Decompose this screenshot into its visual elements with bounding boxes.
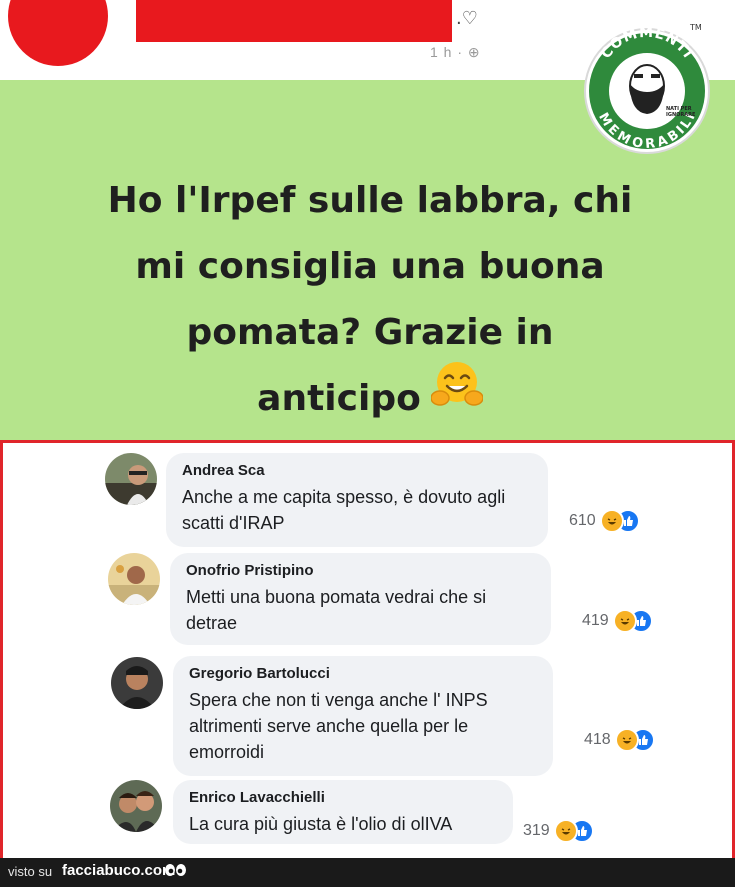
reaction-count: 610: [569, 512, 596, 529]
post-text-content: Ho l'Irpef sulle labbra, chi mi consigli…: [107, 180, 633, 419]
eyes-icon: [164, 862, 188, 885]
footer-site-link[interactable]: facciabuco.com: [62, 862, 175, 879]
laugh-reaction-icon: [614, 728, 639, 752]
hugging-face-icon: [430, 358, 484, 432]
reaction-count: 418: [584, 731, 611, 748]
avatar[interactable]: [105, 453, 157, 505]
comment-text: Anche a me capita spesso, è dovuto agli …: [182, 487, 506, 533]
post-time[interactable]: 1 h · ⊕: [430, 44, 481, 61]
reaction-count: 419: [582, 612, 609, 629]
logo-tagline-2: IGNORARE: [666, 112, 696, 118]
logo-tm: TM: [689, 23, 702, 32]
laugh-reaction-icon: [599, 509, 624, 533]
post-text: Ho l'Irpef sulle labbra, chi mi consigli…: [60, 168, 680, 432]
comment-author[interactable]: Gregorio Bartolucci: [189, 665, 537, 682]
reaction-count: 319: [523, 822, 550, 839]
bearded-face-icon: [629, 64, 665, 114]
reaction-summary[interactable]: 319: [523, 819, 594, 843]
comment-bubble: Gregorio Bartolucci Spera che non ti ven…: [173, 656, 553, 776]
redacted-name: [136, 0, 452, 42]
footer-visto: visto su: [8, 864, 53, 879]
avatar[interactable]: [111, 657, 163, 709]
watermark-footer: visto su facciabuco.com: [0, 858, 735, 887]
comment-bubble: Enrico Lavacchielli La cura più giusta è…: [173, 780, 513, 844]
comment-text: La cura più giusta è l'olio di olIVA: [189, 814, 453, 834]
laugh-reaction-icon: [553, 819, 578, 843]
commenti-memorabili-logo: COMMENTI MEMORABILI NATI PER IGNORARE TM: [582, 16, 712, 166]
comment-author[interactable]: Andrea Sca: [182, 462, 532, 479]
comment-text: Metti una buona pomata vedrai che si det…: [186, 587, 487, 633]
comment-bubble: Onofrio Pristipino Metti una buona pomat…: [170, 553, 551, 645]
comment-author[interactable]: Onofrio Pristipino: [186, 562, 535, 579]
comment-author[interactable]: Enrico Lavacchielli: [189, 789, 497, 806]
avatar[interactable]: [108, 553, 160, 605]
header-trail: .♡: [456, 8, 478, 29]
comment-text: Spera che non ti venga anche l' INPS alt…: [189, 690, 488, 762]
laugh-reaction-icon: [612, 609, 637, 633]
avatar[interactable]: [110, 780, 162, 832]
redacted-avatar: [8, 0, 108, 66]
comment-bubble: Andrea Sca Anche a me capita spesso, è d…: [166, 453, 548, 547]
reaction-summary[interactable]: 610: [569, 509, 640, 533]
reaction-summary[interactable]: 419: [582, 609, 653, 633]
reaction-summary[interactable]: 418: [584, 728, 655, 752]
comments-section: Andrea Sca Anche a me capita spesso, è d…: [0, 440, 735, 861]
